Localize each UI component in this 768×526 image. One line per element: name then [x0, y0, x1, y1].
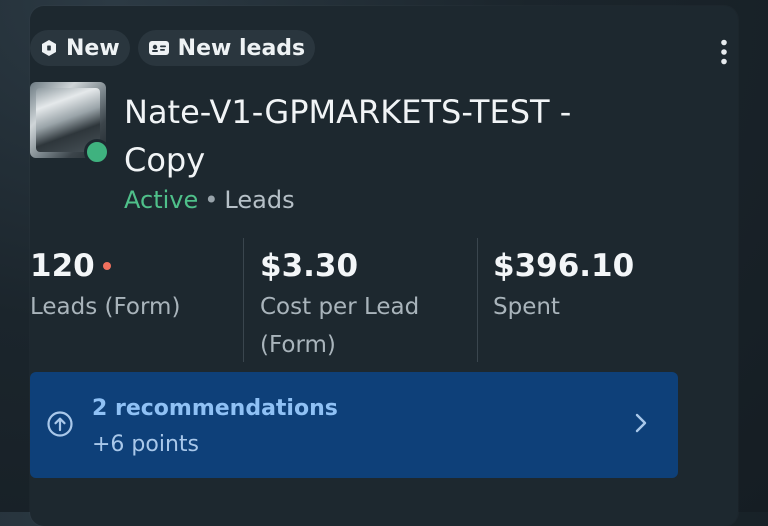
metrics-row: 120 Leads (Form) $3.30 Cost per Lead (Fo…	[30, 238, 678, 362]
more-options-icon[interactable]	[710, 34, 738, 70]
metric-label: Leads (Form)	[30, 294, 181, 320]
metric-divider	[477, 238, 478, 362]
metric-value-wrap: 120	[30, 248, 210, 284]
metric-label: Spent	[493, 294, 560, 320]
metric-value: $3.30	[260, 248, 359, 284]
metric-spent[interactable]: $396.10 Spent	[493, 238, 678, 362]
metric-divider	[243, 238, 244, 362]
active-status-dot	[84, 139, 110, 165]
status-text: Active	[124, 186, 199, 214]
chip-label: New leads	[177, 35, 306, 61]
campaign-title[interactable]: Nate-V1-GPMARKETS-TEST - Copy	[124, 88, 644, 184]
campaign-subline: Active • Leads	[124, 186, 295, 214]
metric-leads[interactable]: 120 Leads (Form)	[30, 238, 210, 362]
recommendations-banner[interactable]: 2 recommendations +6 points	[30, 372, 678, 478]
metric-cost-per-lead[interactable]: $3.30 Cost per Lead (Form)	[260, 238, 460, 362]
chevron-right-icon	[634, 412, 648, 438]
metric-label: Cost per Lead (Form)	[260, 294, 420, 358]
recommendations-title: 2 recommendations	[92, 396, 338, 421]
metric-value: 120	[30, 248, 95, 284]
alert-dot	[102, 262, 111, 270]
recommendations-points: +6 points	[92, 432, 199, 457]
chip-new-leads[interactable]: New leads	[137, 30, 316, 66]
separator: •	[204, 186, 219, 214]
id-card-icon	[148, 40, 170, 56]
chip-label: New	[66, 35, 120, 61]
circle-arrow-up-icon	[46, 410, 74, 442]
objective-text: Leads	[224, 186, 295, 214]
chip-row: New New leads	[30, 30, 316, 66]
metric-value: $396.10	[493, 248, 635, 284]
hexagon-badge-icon	[40, 39, 58, 57]
chip-new[interactable]: New	[30, 30, 130, 66]
